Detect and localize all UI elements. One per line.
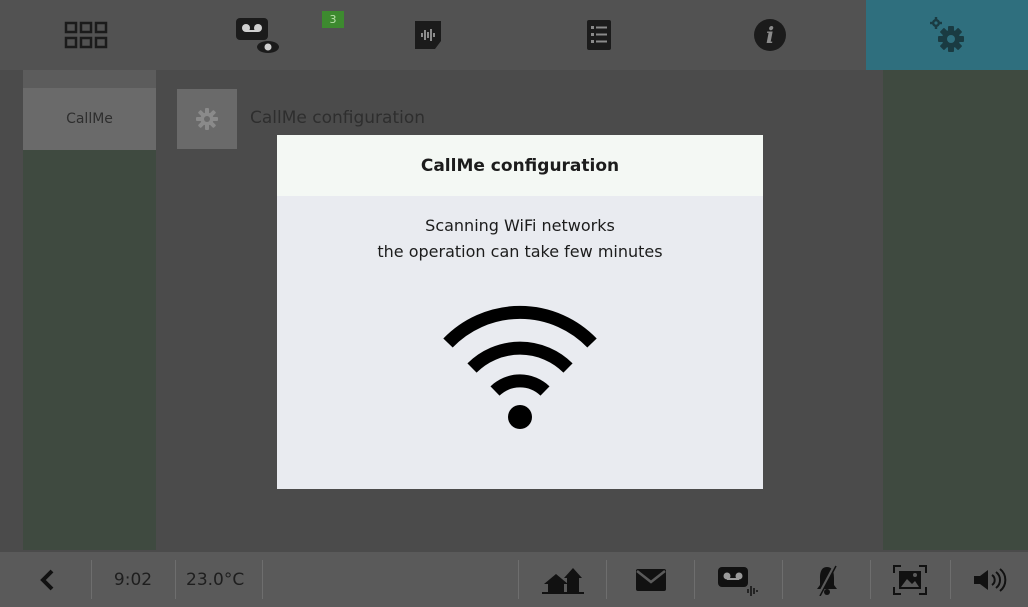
home-icon [541,567,584,594]
scanning-dialog: CallMe configuration Scanning WiFi netwo… [277,135,763,489]
info-icon: i [753,19,786,51]
divider [175,560,176,599]
volume-icon [973,567,1006,592]
tab-apps[interactable] [0,0,171,70]
volume-button[interactable] [951,552,1028,607]
back-chevron-icon [40,569,54,590]
top-navigation-bar: 3 i [0,0,1028,70]
temperature-readout: 23.0°C [186,569,245,590]
sidebar-top-strip [23,70,156,88]
tab-settings[interactable] [866,0,1028,70]
voicemail-icon [717,566,758,596]
do-not-disturb-button[interactable] [783,552,870,607]
gear-icon [196,108,218,130]
dialog-message-line2: the operation can take few minutes [377,242,663,261]
dialog-message-line1: Scanning WiFi networks [425,216,615,235]
apps-grid-icon [64,21,107,49]
list-icon [586,20,611,50]
bottom-status-bar: 9:02 23.0°C [0,552,1028,607]
notification-badge: 3 [322,11,344,28]
wifi-icon [443,305,597,429]
settings-gear-icon [930,17,964,52]
home-button[interactable] [519,552,606,607]
svg-text:i: i [765,23,773,49]
divider [262,560,263,599]
clock: 9:02 [113,569,153,590]
photo-frame-button[interactable] [871,552,949,607]
picture-frame-icon [893,564,927,595]
config-gear-button[interactable] [177,89,237,149]
tab-list[interactable] [513,0,684,70]
right-panel [883,70,1028,550]
sidebar-item-callme[interactable]: CallMe [23,88,156,150]
section-title: CallMe configuration [250,108,426,128]
sidebar-item-label: CallMe [66,111,113,127]
voicemail-view-icon [235,18,279,53]
tab-info[interactable]: i [684,0,855,70]
mail-icon [635,568,666,591]
tab-audio-memo[interactable] [342,0,513,70]
bell-mute-icon [816,563,837,596]
messages-button[interactable] [607,552,694,607]
back-button[interactable] [27,552,67,607]
audio-memo-icon [414,21,441,49]
divider [91,560,92,599]
dialog-message: Scanning WiFi networks the operation can… [277,213,763,265]
tab-voicemail-view[interactable] [171,0,342,70]
voicemail-button[interactable] [695,552,782,607]
dialog-title: CallMe configuration [277,135,763,196]
